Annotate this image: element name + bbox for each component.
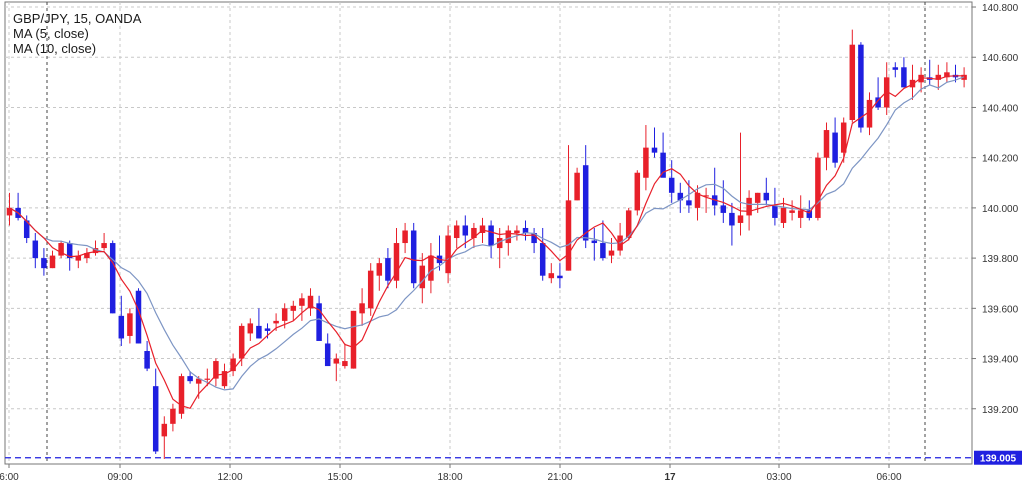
candle-body [144,351,150,369]
candle-body [832,132,838,163]
candle-body [815,157,821,218]
y-tick-label: 140.000 [982,204,1019,215]
candle-body [582,165,589,241]
candle-body [720,205,727,213]
candle-body [428,255,434,281]
x-tick-label: 6:00 [0,472,19,483]
candle-body [729,212,735,226]
x-tick-label: 09:00 [107,472,132,483]
x-tick-label: 21:00 [547,472,572,483]
candle-body [419,265,426,289]
candle-body [651,147,658,153]
candle-body [127,313,133,336]
candle-body [858,44,864,128]
candle-body [548,273,555,279]
candle-body [488,225,494,246]
ma-fast-legend-label: MA (5, close) [13,26,89,41]
candle-body [187,376,193,382]
candle-body [101,243,107,249]
y-tick-label: 140.600 [982,53,1019,64]
candle-body [445,235,451,274]
candle-body [238,325,245,359]
chart-legend: GBP/JPY, 15, OANDA MA (5, close) MA (10,… [13,11,141,56]
candle-body [376,263,383,276]
candle-body [763,192,770,201]
candle-body [359,303,365,314]
y-tick-label: 139.800 [982,254,1019,265]
candle-body [901,67,907,88]
x-tick-label: 17 [664,472,676,483]
candle-body [367,270,374,309]
current-price-label: 139.005 [980,454,1017,465]
candle-body [350,310,357,369]
candle-body [823,130,830,158]
candle-body [385,258,391,281]
candle-body [754,192,761,203]
candle-body [256,325,262,339]
candle-body [746,197,752,216]
price-chart[interactable]: 139.200 139.400 139.600 139.800 140.000 140.2… [0,0,1024,496]
candle-body [161,423,168,437]
y-tick-label: 140.800 [982,3,1019,14]
candle-body [324,343,331,367]
candle-body [109,243,116,314]
x-tick-label: 12:00 [217,472,242,483]
candle-body [273,320,279,324]
candle-body [608,250,615,256]
candle-body [797,210,804,218]
y-tick-label: 139.400 [982,355,1019,366]
y-tick-label: 140.400 [982,103,1019,114]
candle-body [634,172,641,211]
chart-canvas[interactable]: 139.200 139.400 139.600 139.800 140.000 140.2… [0,0,1024,496]
candle-body [410,230,417,284]
x-tick-label: 06:00 [876,472,901,483]
x-tick-label: 15:00 [327,472,352,483]
candle-body [505,230,512,244]
candle-body [41,258,47,269]
x-tick-label: 18:00 [437,472,462,483]
candle-body [49,255,56,269]
candle-body [539,243,546,276]
candle-body [565,200,572,271]
candle-body [668,177,675,193]
candle-body [591,240,598,244]
candle-body [204,378,211,380]
candle-body [789,210,795,213]
candle-body [247,323,254,334]
candle-body [333,358,340,364]
candle-body [290,305,297,311]
candle-body [264,328,271,331]
candle-body [849,44,856,121]
candle-body [643,147,649,178]
symbol-title: GBP/JPY, 15, OANDA [13,11,142,26]
candle-body [281,308,288,321]
candle-body [557,275,563,279]
candle-body [866,99,873,128]
candle-body [178,376,185,414]
candle-body [118,315,125,339]
candle-body [342,361,348,367]
candle-body [574,172,580,201]
candle-body [402,230,408,244]
candle-body [299,298,305,306]
y-tick-label: 139.600 [982,304,1019,315]
candle-body [32,240,39,259]
candle-body [737,215,744,223]
x-tick-label: 03:00 [766,472,791,483]
candle-body [152,386,159,452]
candle-body [514,230,520,233]
y-tick-label: 140.200 [982,154,1019,165]
candle-body [453,225,460,239]
candle-body [600,243,606,259]
candle-body [892,67,899,70]
ma-slow-legend-label: MA (10, close) [13,41,97,56]
candle-body [772,205,778,218]
candle-body [462,225,469,236]
candle-body [780,207,787,223]
y-tick-label: 139.200 [982,405,1019,416]
candle-body [170,408,176,424]
candle-body [686,200,692,206]
